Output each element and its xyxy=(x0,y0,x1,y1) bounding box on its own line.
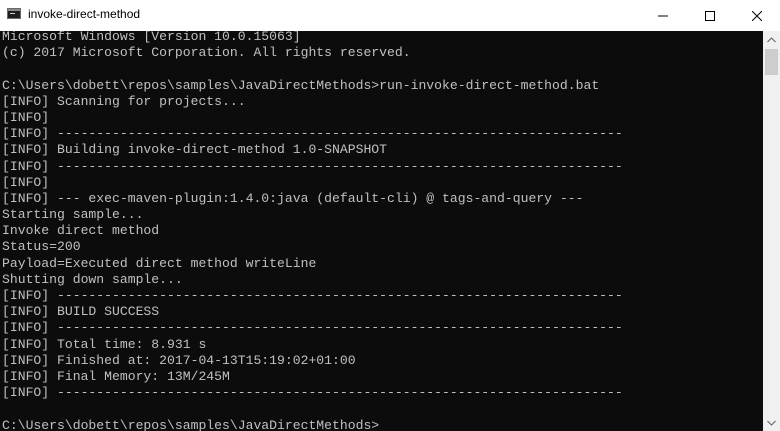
console-line: [INFO] xyxy=(2,174,50,190)
console-line: (c) 2017 Microsoft Corporation. All righ… xyxy=(2,45,411,61)
close-button[interactable] xyxy=(734,0,780,31)
vertical-scrollbar[interactable] xyxy=(763,31,780,431)
console-line: [INFO] ---------------------------------… xyxy=(2,320,623,336)
scrollbar-thumb[interactable] xyxy=(765,49,778,75)
prompt-line[interactable]: C:\Users\dobett\repos\samples\JavaDirect… xyxy=(2,418,623,431)
console-line: [INFO] ---------------------------------… xyxy=(2,158,623,174)
console-line: [INFO] Building invoke-direct-method 1.0… xyxy=(2,142,388,158)
scroll-up-button[interactable] xyxy=(763,31,780,48)
minimize-button[interactable] xyxy=(640,0,686,31)
maximize-icon xyxy=(705,10,715,21)
console-window: invoke-direct-method Microsoft Windows [… xyxy=(0,0,780,431)
console-line: C:\Users\dobett\repos\samples\JavaDirect… xyxy=(2,77,600,93)
console-lines: Microsoft Windows [Version 10.0.15063] (… xyxy=(2,31,623,431)
console-output[interactable]: Microsoft Windows [Version 10.0.15063] (… xyxy=(0,31,763,431)
console-icon[interactable] xyxy=(7,8,21,19)
window-title: invoke-direct-method xyxy=(28,7,141,21)
maximize-button[interactable] xyxy=(687,0,733,31)
console-line: [INFO] BUILD SUCCESS xyxy=(2,304,160,320)
title-bar[interactable]: invoke-direct-method xyxy=(0,0,780,31)
console-line: Shutting down sample... xyxy=(2,271,183,287)
console-line: [INFO] Finished at: 2017-04-13T15:19:02+… xyxy=(2,352,356,368)
console-line: Invoke direct method xyxy=(2,223,160,239)
console-line: [INFO] ---------------------------------… xyxy=(2,288,623,303)
scroll-down-button[interactable] xyxy=(763,414,780,431)
console-line: [INFO] --- exec-maven-plugin:1.4.0:java … xyxy=(2,190,584,206)
chevron-up-icon xyxy=(767,36,776,42)
console-line: Microsoft Windows [Version 10.0.15063] xyxy=(2,31,301,44)
prompt-text: C:\Users\dobett\repos\samples\JavaDirect… xyxy=(2,417,380,431)
console-line: Payload=Executed direct method writeLine xyxy=(2,255,317,271)
minimize-icon xyxy=(658,15,668,16)
console-line: Status=200 xyxy=(2,239,81,255)
console-line: [INFO] ---------------------------------… xyxy=(2,385,623,401)
console-line: [INFO] Total time: 8.931 s xyxy=(2,336,207,352)
console-line: [INFO] xyxy=(2,109,50,125)
chevron-down-icon xyxy=(767,420,776,426)
console-line: [INFO] Final Memory: 13M/245M xyxy=(2,368,230,384)
console-line: [INFO] Scanning for projects... xyxy=(2,93,246,109)
close-icon xyxy=(752,10,762,21)
console-line: Starting sample... xyxy=(2,207,144,223)
console-line: [INFO] ---------------------------------… xyxy=(2,126,623,142)
